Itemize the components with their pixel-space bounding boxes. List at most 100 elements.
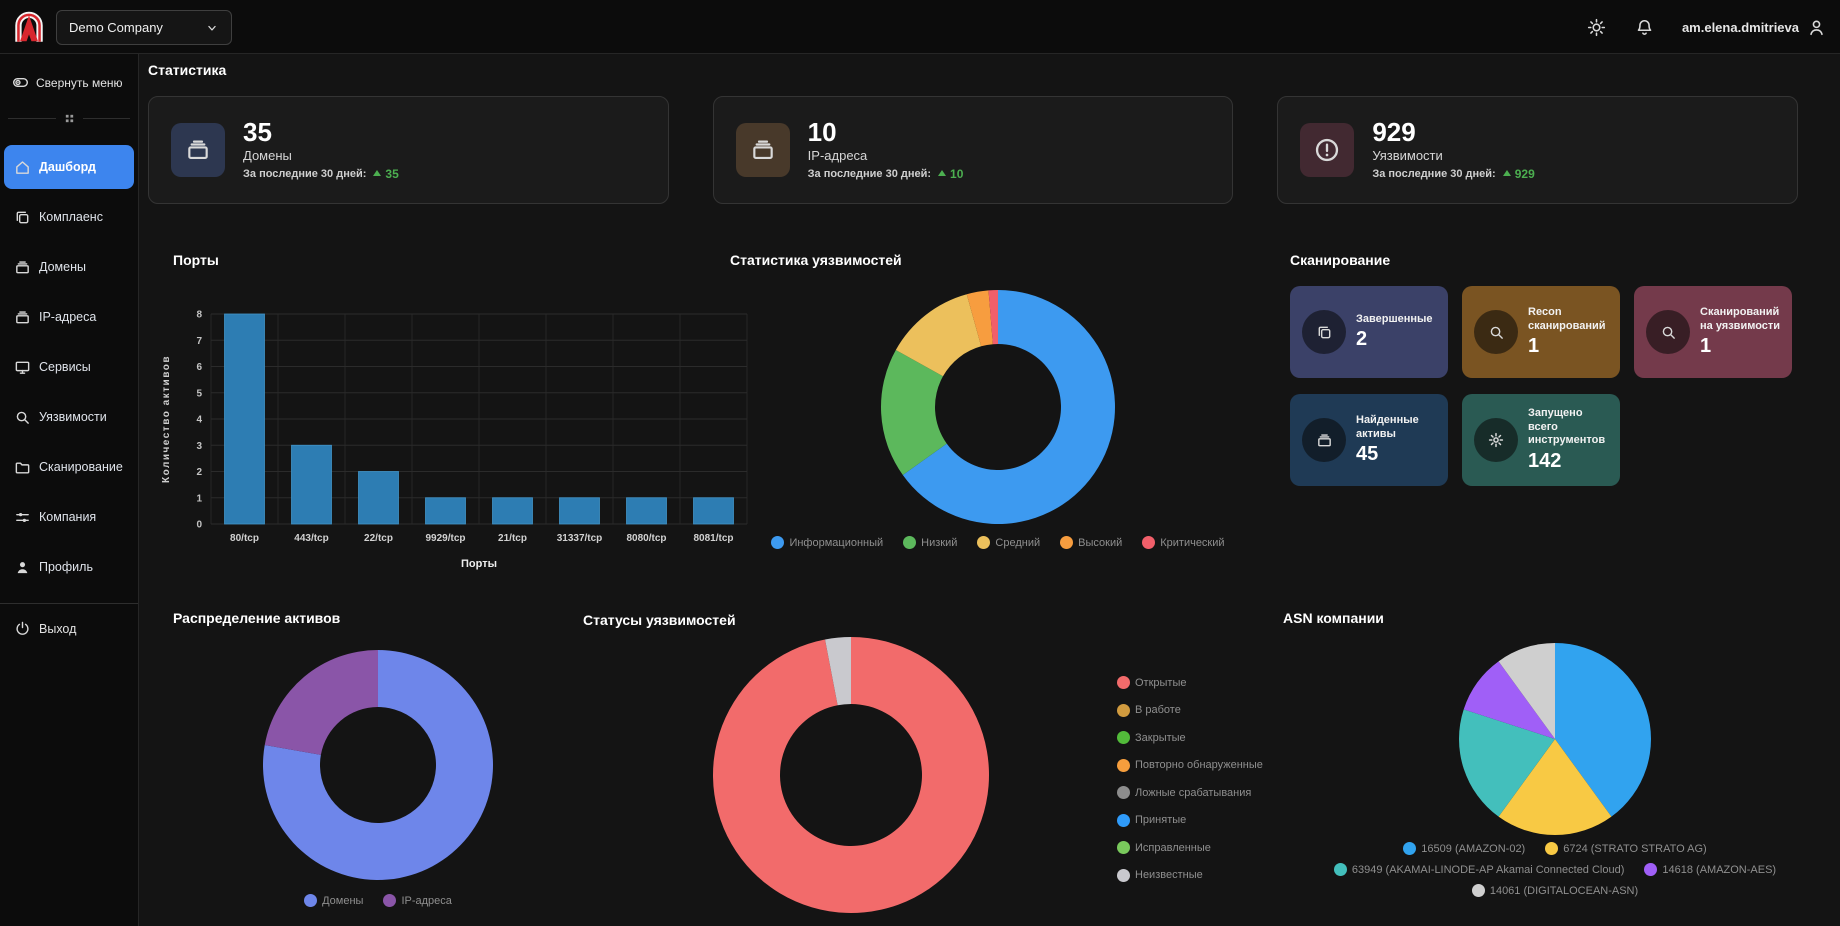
sidebar-item-compliance[interactable]: Комплаенс <box>4 195 134 239</box>
archive-icon <box>171 123 225 177</box>
legend-item[interactable]: В работе <box>1117 703 1263 717</box>
collapse-menu-label: Свернуть меню <box>36 75 123 90</box>
legend-label: Средний <box>995 536 1041 549</box>
trend-up-icon <box>1502 170 1511 177</box>
asn-pie-chart <box>1459 643 1651 835</box>
copy-icon <box>14 209 31 226</box>
legend-dot <box>1060 536 1074 549</box>
legend-item[interactable]: Домены <box>304 894 363 907</box>
asn-chart-title: ASN компании <box>1283 610 1384 626</box>
collapse-toggle-icon <box>12 74 29 91</box>
ports-bar-chart: 0 1 2 3 4 5 6 7 8 80/tcp 443/tcp 22/tcp 9929/tcp 21/t… <box>161 310 748 570</box>
sidebar-item-dashboard[interactable]: Дашборд <box>4 145 134 189</box>
legend-dot <box>1545 842 1559 855</box>
svg-text:443/tcp: 443/tcp <box>294 533 328 544</box>
user-menu[interactable]: am.elena.dmitrieva <box>1682 18 1826 37</box>
svg-text:8081/tcp: 8081/tcp <box>693 533 733 544</box>
legend-dot <box>1142 536 1156 549</box>
username: am.elena.dmitrieva <box>1681 19 1799 35</box>
scanning-cards: Завершенные 2 Recon сканирований 1 Скани… <box>1290 286 1792 486</box>
scan-card-tools-launched[interactable]: Запущено всего инструментов 142 <box>1462 394 1620 486</box>
bar <box>291 444 332 525</box>
scan-card-vuln-scans[interactable]: Сканирований на уязвимости 1 <box>1634 286 1792 378</box>
svg-text:8: 8 <box>196 310 202 321</box>
notifications-button[interactable] <box>1634 16 1656 38</box>
sidebar-divider <box>0 113 138 123</box>
legend-item[interactable]: 63949 (AKAMAI-LINODE-AP Akamai Connected… <box>1333 863 1624 876</box>
vuln-stats-legend: Информационный Низкий Средний Высокий Критич… <box>743 536 1253 549</box>
stat-value: 929 <box>1372 117 1416 148</box>
legend-dot <box>1117 731 1130 744</box>
stat-trend: За последние 30 дней: 35 <box>243 166 399 181</box>
legend-item[interactable]: Неизвестные <box>1117 868 1263 882</box>
logout-button[interactable]: Выход <box>0 604 138 637</box>
archive-icon <box>14 259 31 276</box>
svg-text:4: 4 <box>196 415 202 426</box>
vuln-statuses-chart-title: Статусы уязвимостей <box>583 612 736 628</box>
legend-item[interactable]: Критический <box>1142 536 1225 549</box>
stat-value: 35 <box>243 117 272 148</box>
legend-item[interactable]: Повторно обнаруженные <box>1117 758 1263 772</box>
sidebar-item-services[interactable]: Сервисы <box>4 345 134 389</box>
legend-item[interactable]: Исправленные <box>1117 841 1263 854</box>
legend-item[interactable]: Информационный <box>771 536 883 549</box>
svg-text:5: 5 <box>196 388 202 399</box>
home-icon <box>14 159 31 176</box>
legend-dot <box>1644 863 1658 876</box>
legend-item[interactable]: 6724 (STRATO STRATO AG) <box>1545 842 1707 855</box>
company-selector[interactable]: Demo Company <box>56 10 232 45</box>
legend-dot <box>1117 868 1130 882</box>
legend-item[interactable]: 16509 (AMAZON-02) <box>1403 842 1525 855</box>
legend-item[interactable]: Средний <box>977 536 1040 549</box>
legend-item[interactable]: Открытые <box>1117 676 1263 689</box>
legend-dot <box>383 894 397 907</box>
sidebar-item-scanning[interactable]: Сканирование <box>4 445 134 489</box>
trend-up-icon <box>373 170 382 177</box>
legend-item[interactable]: IP-адреса <box>383 894 452 907</box>
legend-label: 16509 (AMAZON-02) <box>1421 842 1526 855</box>
legend-item[interactable]: Ложные срабатывания <box>1117 786 1263 799</box>
sidebar-item-vulnerabilities[interactable]: Уязвимости <box>4 395 134 439</box>
vuln-statuses-legend: Открытые В работе Закрытые Повторно обнаруж… <box>1117 676 1263 882</box>
legend-label: 6724 (STRATO STRATO AG) <box>1563 842 1707 855</box>
vuln-stats-donut-chart <box>881 290 1115 524</box>
legend-item[interactable]: Принятые <box>1117 813 1263 827</box>
pie-slice <box>713 637 989 913</box>
sun-icon <box>1587 18 1606 37</box>
legend-item[interactable]: Низкий <box>903 536 957 549</box>
legend-item[interactable]: 14618 (AMAZON-AES) <box>1644 863 1776 876</box>
sidebar-item-domains[interactable]: Домены <box>4 245 134 289</box>
theme-toggle-button[interactable] <box>1586 16 1608 38</box>
legend-dot <box>1117 786 1130 799</box>
svg-text:2: 2 <box>196 467 202 478</box>
sidebar-item-company[interactable]: Компания <box>4 495 134 539</box>
legend-dot <box>1117 676 1130 689</box>
scan-card-recon[interactable]: Recon сканирований 1 <box>1462 286 1620 378</box>
bar <box>626 497 667 525</box>
legend-label: Информационный <box>789 536 884 549</box>
legend-label: В работе <box>1135 704 1181 716</box>
stat-label: Уязвимости <box>1372 147 1443 163</box>
asset-distribution-legend: Домены IP-адреса <box>203 894 553 907</box>
svg-text:80/tcp: 80/tcp <box>230 533 259 544</box>
svg-text:Порты: Порты <box>461 558 497 570</box>
search-icon <box>14 409 31 426</box>
stat-trend: За последние 30 дней: 929 <box>1372 166 1535 181</box>
scan-card-completed[interactable]: Завершенные 2 <box>1290 286 1448 378</box>
drag-grid-icon <box>64 113 75 124</box>
legend-label: Неизвестные <box>1135 869 1203 881</box>
legend-item[interactable]: Высокий <box>1060 536 1122 549</box>
legend-item[interactable]: Закрытые <box>1117 731 1263 744</box>
legend-item[interactable]: 14061 (DIGITALOCEAN-ASN) <box>1471 884 1638 897</box>
stat-card-vulnerabilities: 929 Уязвимости За последние 30 дней: 929 <box>1277 96 1798 204</box>
scan-card-found-assets[interactable]: Найденные активы 45 <box>1290 394 1448 486</box>
sidebar-item-profile[interactable]: Профиль <box>4 545 134 589</box>
sidebar-item-ip-addresses[interactable]: IP-адреса <box>4 295 134 339</box>
bar <box>425 497 466 525</box>
legend-dot <box>1333 863 1347 876</box>
pie-slice <box>264 650 378 755</box>
bell-icon <box>1635 18 1654 37</box>
legend-label: Домены <box>322 894 364 907</box>
scanning-section-title: Сканирование <box>1290 252 1391 268</box>
collapse-menu-button[interactable]: Свернуть меню <box>0 54 138 91</box>
